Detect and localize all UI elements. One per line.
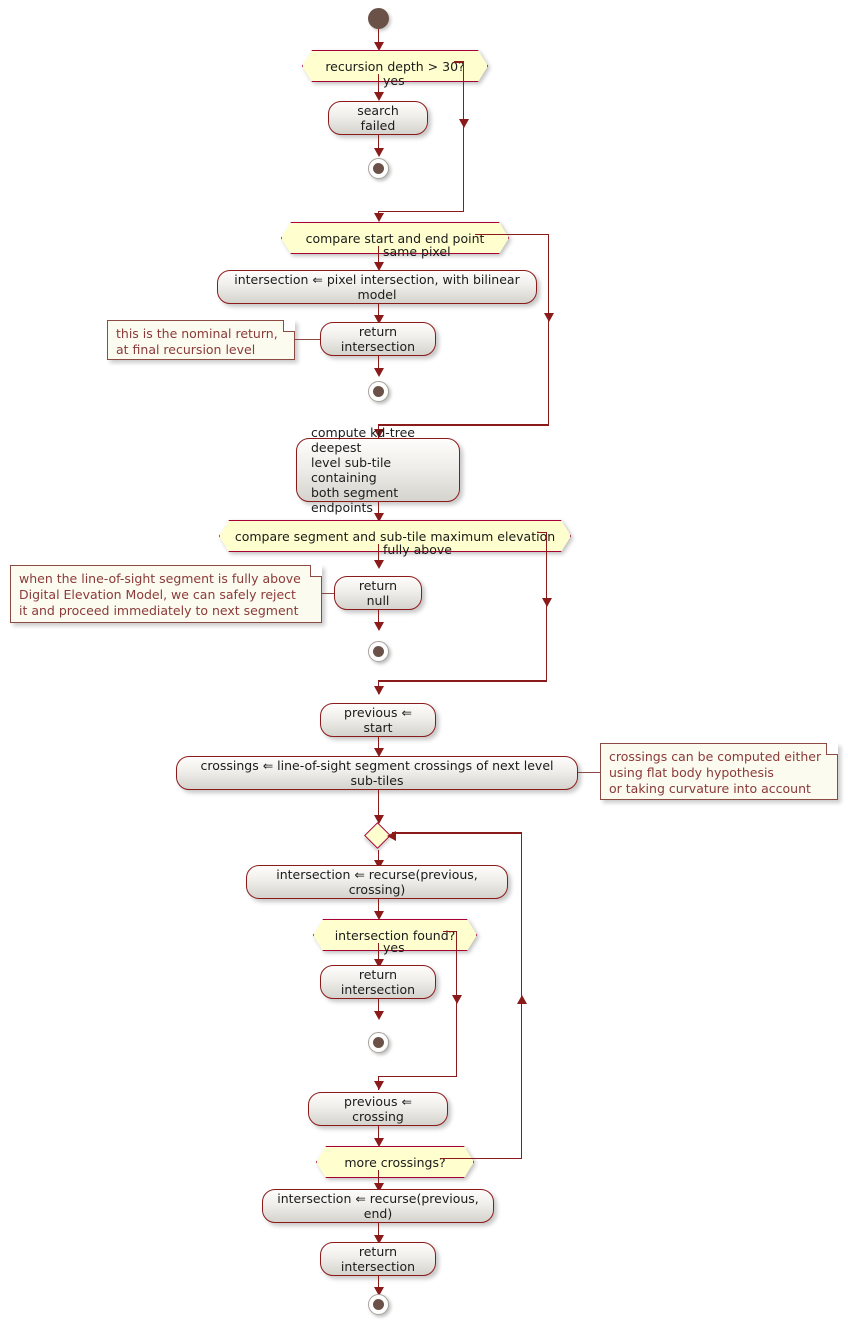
note-leader-nominal-return [295, 339, 320, 340]
arrowhead [373, 1081, 384, 1090]
activity-recurse-end[interactable]: intersection ⇐ recurse(previous, end) [262, 1189, 494, 1223]
arrowhead-up [516, 995, 527, 1004]
decision-more-crossings[interactable]: more crossings? [316, 1146, 474, 1178]
arrowhead [373, 213, 384, 222]
edge-compare-bypass-h1 [475, 233, 549, 236]
activity-previous-crossing[interactable]: previous ⇐ crossing [308, 1092, 448, 1126]
arrowhead [373, 686, 384, 695]
edge-loopback-h-bottom [440, 1157, 522, 1160]
edge-label-yes-found: yes [383, 940, 405, 955]
decision-more-crossings-wrap: more crossings? [316, 1146, 474, 1178]
edge-label-fully-above: fully above [383, 542, 452, 557]
arrowhead [541, 598, 552, 607]
arrowhead [373, 368, 384, 377]
note-reject-segment: when the line-of-sight segment is fully … [10, 565, 322, 623]
activity-compute-subtile[interactable]: compute kd-tree deepest level sub-tile c… [296, 425, 460, 515]
arrowhead [451, 995, 462, 1004]
note-nominal-return: this is the nominal return, at final rec… [107, 320, 295, 360]
note-leader-reject-segment [322, 593, 334, 594]
activity-diagram-canvas: recursion depth > 30? yes search failed … [0, 0, 848, 1325]
edge-compare-bypass-v [547, 233, 550, 426]
end-node-search-failed [368, 158, 389, 179]
note-crossings-computation: crossings can be computed either using f… [600, 743, 838, 800]
end-node-intersection-found [368, 1032, 389, 1053]
arrowhead [373, 560, 384, 569]
arrowhead [543, 313, 554, 322]
arrowhead [373, 92, 384, 101]
arrowhead [373, 1011, 384, 1020]
edge-label-same-pixel: same pixel [383, 244, 451, 259]
end-node-nominal-return [368, 381, 389, 402]
edge-recursion-bypass-h2 [377, 210, 464, 213]
edge-elevation-bypass-h2 [377, 680, 547, 682]
activity-return-intersection-nominal[interactable]: return intersection [320, 322, 436, 356]
activity-pixel-intersection[interactable]: intersection ⇐ pixel intersection, with … [217, 270, 537, 304]
edge-recursion-bypass-v [462, 61, 465, 212]
activity-previous-start[interactable]: previous ⇐ start [320, 703, 436, 737]
activity-crossings[interactable]: crossings ⇐ line-of-sight segment crossi… [176, 756, 578, 790]
arrowhead [373, 622, 384, 631]
activity-return-intersection-final[interactable]: return intersection [320, 1242, 436, 1276]
end-node-final [368, 1294, 389, 1315]
activity-return-null[interactable]: return null [334, 576, 422, 610]
edge-label-yes-recursion: yes [383, 73, 405, 88]
activity-search-failed[interactable]: search failed [328, 101, 428, 135]
note-leader-crossings [578, 772, 600, 773]
edge-found-bypass-h2 [377, 1075, 457, 1078]
arrowhead [458, 119, 469, 128]
edge-loopback-h-top [392, 832, 521, 834]
arrowhead [373, 148, 384, 157]
start-node [368, 8, 389, 29]
activity-recurse-crossing[interactable]: intersection ⇐ recurse(previous, crossin… [246, 865, 508, 899]
end-node-return-null [368, 641, 389, 662]
activity-return-intersection-found[interactable]: return intersection [320, 965, 436, 999]
arrowhead-left [387, 830, 396, 841]
